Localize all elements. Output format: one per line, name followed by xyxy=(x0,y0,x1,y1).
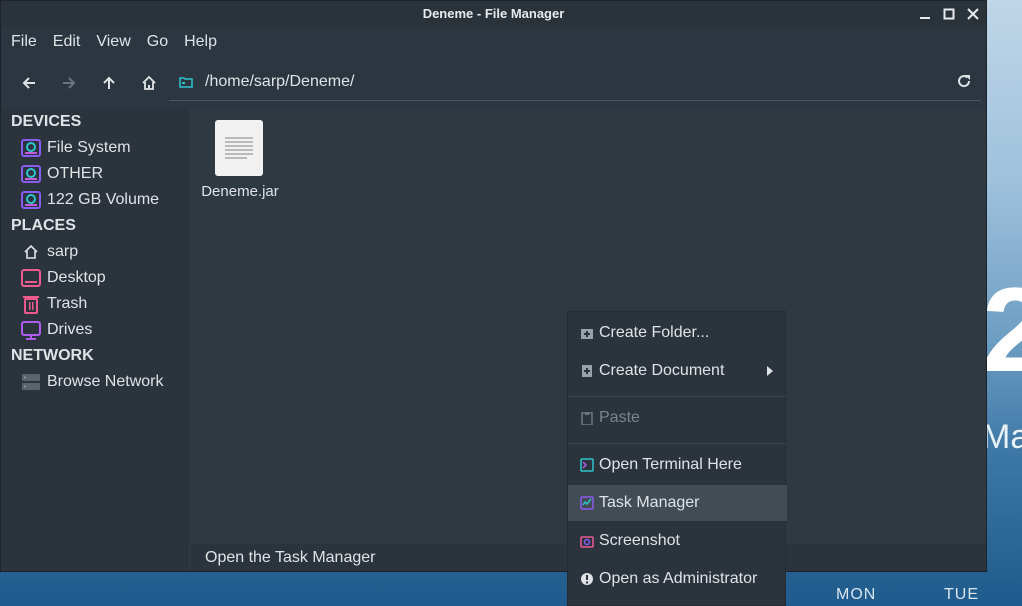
folder-add-icon xyxy=(580,326,594,340)
monitor-icon xyxy=(21,320,41,340)
camera-icon xyxy=(580,534,594,548)
sidebar-section-places: PLACES xyxy=(11,217,76,234)
desktop-icon xyxy=(21,268,41,288)
sidebar-section-devices: DEVICES xyxy=(11,113,82,130)
context-menu: Create Folder... Create Document Paste O… xyxy=(567,311,787,606)
menu-item-label: Open Terminal Here xyxy=(599,456,742,473)
menu-item-task-manager[interactable]: Task Manager xyxy=(568,485,787,521)
menu-edit[interactable]: Edit xyxy=(45,26,89,57)
menu-bar: File Edit View Go Help xyxy=(1,26,986,57)
submenu-arrow-icon xyxy=(767,366,773,376)
menu-separator xyxy=(568,396,787,397)
sidebar-item-browse-network[interactable]: Browse Network xyxy=(1,369,189,395)
toolbar: /home/sarp/Deneme/ xyxy=(1,57,986,109)
arrow-up-icon xyxy=(103,76,115,89)
clipboard-icon xyxy=(580,411,594,425)
sidebar-item-label: Desktop xyxy=(47,269,106,286)
admin-icon xyxy=(580,572,594,586)
desktop-clock-digit: 2 xyxy=(982,263,1022,397)
desktop-day-mon: MON xyxy=(836,586,877,603)
back-button[interactable] xyxy=(9,63,49,103)
menu-file[interactable]: File xyxy=(3,26,45,57)
menu-item-label: Task Manager xyxy=(599,494,700,511)
sidebar: DEVICES File System OTHER 122 GB Volume … xyxy=(1,109,189,571)
folder-icon xyxy=(179,76,193,88)
menu-item-label: Create Document xyxy=(599,362,725,379)
sidebar-item-label: Drives xyxy=(47,321,93,338)
menu-item-open-as-admin[interactable]: Open as Administrator xyxy=(568,561,787,597)
menu-item-create-folder[interactable]: Create Folder... xyxy=(568,315,787,351)
forward-button[interactable] xyxy=(49,63,89,103)
menu-item-open-terminal[interactable]: Open Terminal Here xyxy=(568,447,787,483)
arrow-right-icon xyxy=(63,77,76,89)
desktop-day-tue: TUE xyxy=(944,586,979,603)
sidebar-item-label: Trash xyxy=(47,295,88,312)
home-icon xyxy=(142,75,156,90)
sidebar-item-trash[interactable]: Trash xyxy=(1,291,189,317)
sidebar-item-drives[interactable]: Drives xyxy=(1,317,189,343)
sidebar-item-label: Browse Network xyxy=(47,373,164,390)
sidebar-section-network: NETWORK xyxy=(11,347,94,364)
drive-icon xyxy=(21,190,41,210)
sidebar-item-label: sarp xyxy=(47,243,79,260)
sidebar-item-file-system[interactable]: File System xyxy=(1,135,189,161)
minimize-icon xyxy=(920,16,930,19)
terminal-icon xyxy=(580,458,594,472)
sidebar-item-label: OTHER xyxy=(47,165,103,182)
document-add-icon xyxy=(580,364,594,378)
document-icon xyxy=(215,120,263,176)
menu-help[interactable]: Help xyxy=(176,26,225,57)
up-button[interactable] xyxy=(89,63,129,103)
address-bar[interactable]: /home/sarp/Deneme/ xyxy=(169,63,981,101)
status-text: Open the Task Manager xyxy=(205,549,376,566)
address-path: /home/sarp/Deneme/ xyxy=(205,72,355,90)
menu-separator xyxy=(568,443,787,444)
sidebar-item-other[interactable]: OTHER xyxy=(1,161,189,187)
close-button[interactable] xyxy=(966,7,980,21)
title-bar[interactable]: Deneme - File Manager xyxy=(1,1,986,26)
desktop-clock-month: May xyxy=(982,418,1022,456)
menu-item-label: Open as Administrator xyxy=(599,570,758,587)
menu-go[interactable]: Go xyxy=(139,26,176,57)
drive-icon xyxy=(21,138,41,158)
close-icon xyxy=(967,7,979,20)
reload-icon xyxy=(958,75,971,88)
trash-icon xyxy=(21,294,41,314)
menu-item-create-document[interactable]: Create Document xyxy=(568,353,787,389)
network-icon xyxy=(21,372,41,392)
sidebar-item-label: 122 GB Volume xyxy=(47,191,160,208)
window-controls xyxy=(918,1,980,26)
minimize-button[interactable] xyxy=(918,7,932,21)
sidebar-item-label: File System xyxy=(47,139,131,156)
window-title: Deneme - File Manager xyxy=(422,6,565,21)
content-area: DEVICES File System OTHER 122 GB Volume … xyxy=(1,109,986,571)
file-name: Deneme.jar xyxy=(201,183,279,200)
home-icon xyxy=(21,242,41,262)
menu-item-label: Paste xyxy=(599,409,640,426)
maximize-icon xyxy=(943,8,955,19)
reload-button[interactable] xyxy=(956,73,972,94)
menu-item-screenshot[interactable]: Screenshot xyxy=(568,523,787,559)
file-manager-window: Deneme - File Manager File Edit View Go … xyxy=(0,0,987,572)
home-button[interactable] xyxy=(129,63,169,103)
task-manager-icon xyxy=(580,496,594,510)
maximize-button[interactable] xyxy=(942,7,956,21)
menu-item-paste[interactable]: Paste xyxy=(568,400,787,436)
sidebar-item-122gb-volume[interactable]: 122 GB Volume xyxy=(1,187,189,213)
sidebar-item-desktop[interactable]: Desktop xyxy=(1,265,189,291)
menu-item-label: Screenshot xyxy=(599,532,680,549)
menu-item-label: Create Folder... xyxy=(599,324,710,341)
sidebar-item-sarp[interactable]: sarp xyxy=(1,239,189,265)
drive-icon xyxy=(21,164,41,184)
menu-view[interactable]: View xyxy=(88,26,138,57)
arrow-left-icon xyxy=(22,77,35,89)
